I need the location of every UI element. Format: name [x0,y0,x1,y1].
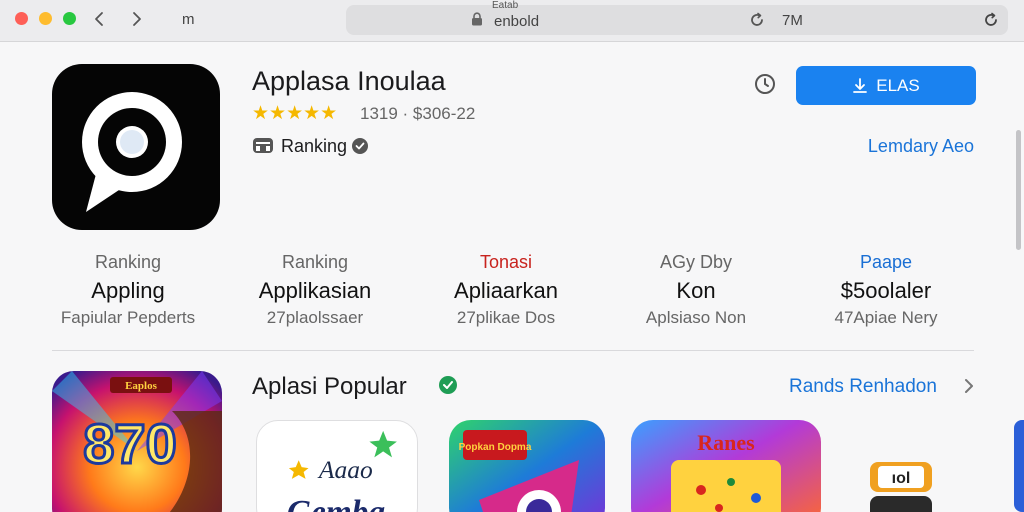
stat-value: $5oolaler [840,278,932,303]
app-tile[interactable]: Popkan Dopma [449,420,605,512]
chevron-right-icon[interactable] [962,378,976,394]
stat-value: Apliaarkan [454,278,558,303]
search-icon[interactable] [753,72,777,96]
next-tile-edge[interactable] [1014,420,1024,512]
tile-badge-text: Eaplos [125,380,158,392]
stat-value: Appling [91,278,165,303]
back-button[interactable] [88,8,110,30]
stat-item: Paape $5oolaler 47Apiae Nery [796,252,976,328]
stat-value: Kon [676,278,716,303]
ranking-label: Ranking [281,136,348,156]
stat-label: Paape [859,252,913,272]
section-title: Aplasi Popular [252,373,407,400]
stat-label: Tonasi [479,252,533,272]
tile-text: Aaao [317,455,373,484]
stat-value: Applikasian [258,278,372,303]
refresh-icon[interactable] [982,11,1000,29]
featured-app-tile[interactable]: Eaplos 870 [52,371,222,512]
tile-number: 870 [83,412,176,475]
stat-subtext: Fapiular Pepderts [60,308,196,327]
chevron-left-icon [95,12,103,26]
sidebar-toggle-button[interactable]: m [182,11,194,28]
get-button[interactable]: ELAS [796,66,976,105]
game-artwork-icon: Eaplos 870 [52,371,222,512]
star-rating: ★★★★★ [252,103,338,124]
app-tile[interactable]: Ranes [631,420,821,512]
app-artwork-icon: Popkan Dopma [449,420,605,512]
zoom-window-button[interactable] [63,12,76,25]
stat-item: Tonasi Apliaarkan 27plikae Dos [426,252,586,328]
app-icon [52,64,220,230]
stat-label: Ranking [281,252,349,272]
stat-subtext: 27plaolssaer [266,308,364,327]
stat-label: Ranking [94,252,162,272]
stat-subtext: 27plikae Dos [456,308,556,327]
ranking-icon [253,138,273,153]
stat-subtext: 47Apiae Nery [834,308,938,327]
lock-icon [472,12,482,26]
chevron-right-icon [133,12,141,26]
app-artwork-icon: Ranes [631,420,821,512]
app-artwork-icon: ıol [870,462,932,512]
forward-button[interactable] [126,8,148,30]
tile-text: Ranes [697,430,755,455]
app-artwork-icon: Aaao Gemba [287,430,397,512]
stat-subtext: Aplsiaso Non [645,308,747,327]
reload-icon[interactable] [748,11,766,29]
verified-check-icon [439,376,457,394]
page-tab-title: Eatab [492,0,519,11]
section-divider [52,350,974,351]
app-tile[interactable]: ıol [866,460,936,512]
scrollbar-thumb[interactable] [1016,130,1021,250]
tile-text: Gemba [287,494,385,512]
chat-bubble-icon [82,92,182,212]
stat-label: AGy Dby [659,252,733,272]
stat-item: Ranking Applikasian 27plaolssaer [240,252,390,328]
close-window-button[interactable] [15,12,28,25]
get-button-label: ELAS [876,75,920,95]
window-titlebar: m Eatab enbold 7M [0,0,1024,42]
app-tile[interactable]: Aaao Gemba [256,420,418,512]
address-bar[interactable] [346,5,1008,35]
developer-link[interactable]: Lemdary Aeo [868,136,974,157]
app-title: Applasa Inoulaa [252,66,446,96]
tile-text: Popkan Dopma [459,442,532,453]
stat-item: AGy Dby Kon Aplsiaso Non [616,252,776,328]
url-text[interactable]: enbold [494,13,539,30]
verified-badge-icon [352,138,368,154]
minimize-window-button[interactable] [39,12,52,25]
tile-text: ıol [892,470,911,487]
download-icon [853,77,868,93]
stat-item: Ranking Appling Fapiular Pepderts [48,252,208,328]
rating-count: 1319 · $306-22 [360,104,476,123]
see-all-link[interactable]: Rands Renhadon [789,376,937,398]
zoom-level: 7M [782,12,803,29]
